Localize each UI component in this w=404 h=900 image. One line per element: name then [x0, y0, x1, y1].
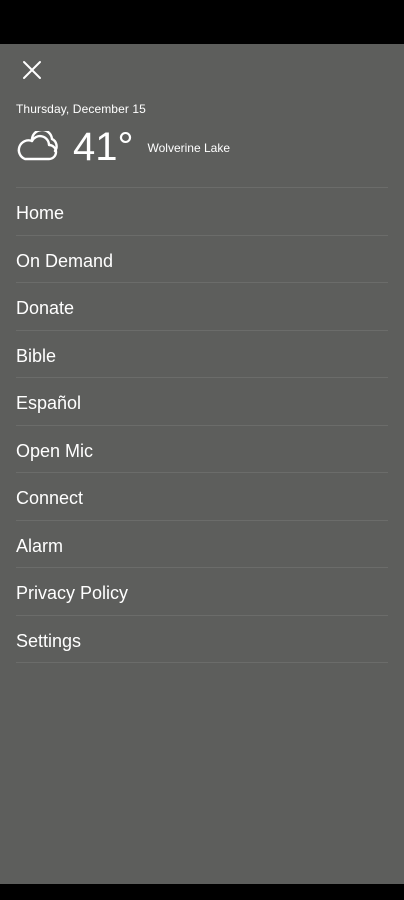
cloudy-icon — [15, 131, 59, 163]
menu-item-label: On Demand — [16, 250, 114, 271]
menu-item-label: Open Mic — [16, 440, 94, 461]
temperature: 41° — [73, 125, 134, 169]
menu-item-label: Alarm — [16, 535, 64, 556]
navigation-drawer: Thursday, December 15 41° Wolverine Lake… — [0, 44, 404, 884]
menu-item-label: Bible — [16, 345, 57, 366]
menu-item-on-demand[interactable]: On Demand — [16, 236, 388, 283]
menu-item-privacy-policy[interactable]: Privacy Policy — [16, 568, 388, 616]
menu-item-label: Settings — [16, 630, 82, 651]
menu-item-home[interactable]: Home — [16, 188, 388, 236]
menu-item-label: Home — [16, 203, 65, 224]
close-button[interactable] — [12, 56, 52, 88]
menu-item-bible[interactable]: Bible — [16, 331, 388, 378]
menu-item-alarm[interactable]: Alarm — [16, 521, 388, 568]
navigation-bar — [0, 884, 404, 900]
menu-item-label: Connect — [16, 488, 84, 509]
menu-item-connect[interactable]: Connect — [16, 473, 388, 521]
menu-item-donate[interactable]: Donate — [16, 283, 388, 331]
status-bar — [0, 0, 404, 44]
menu-item-label: Español — [16, 393, 82, 414]
current-date: Thursday, December 15 — [16, 102, 146, 116]
drawer-menu: Home On Demand Donate Bible Español Open… — [16, 187, 388, 663]
weather-location: Wolverine Lake — [147, 141, 231, 155]
close-icon — [22, 60, 42, 85]
menu-item-open-mic[interactable]: Open Mic — [16, 426, 388, 473]
menu-item-label: Privacy Policy — [16, 583, 129, 604]
weather-widget: 41° Wolverine Lake — [15, 124, 230, 170]
menu-item-settings[interactable]: Settings — [16, 616, 388, 663]
menu-item-espanol[interactable]: Español — [16, 378, 388, 426]
menu-item-label: Donate — [16, 298, 75, 319]
